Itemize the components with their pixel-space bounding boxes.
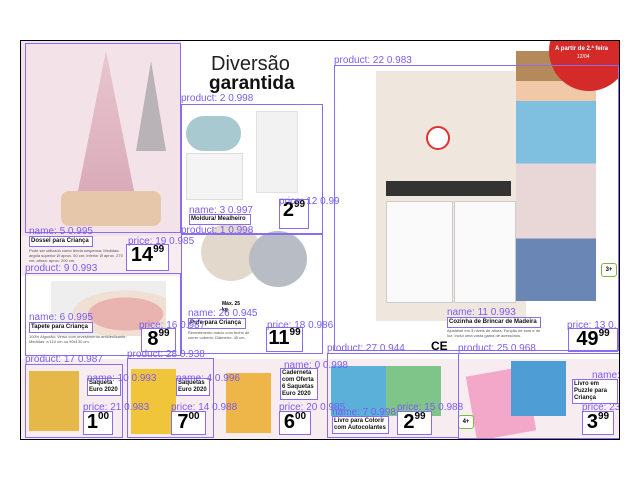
detection-label: name: 4 0.996: [176, 373, 240, 384]
detection-label: product: 25 0.968: [458, 343, 536, 354]
price-tag: 1499: [126, 244, 169, 271]
detection-box: [181, 234, 323, 354]
detection-label: product: 17 0.987: [25, 354, 103, 365]
detection-box: [25, 43, 181, 233]
detection-label: product: 22 0.983: [334, 55, 412, 66]
detection-label: price: 16 0.987: [139, 320, 206, 331]
detection-label: price: 15 0.988: [397, 402, 464, 413]
detection-label: price: 13 0.: [567, 320, 617, 331]
detection-label: price: 21 0.983: [83, 402, 150, 413]
badge-text: A partir de 2.ª feira: [555, 46, 609, 52]
detection-label: product: 1 0.998: [181, 225, 254, 236]
detection-label: price: 19 0.985: [128, 236, 195, 247]
detection-label: name: 26 0.945: [188, 308, 258, 319]
detection-label: name: 24: [592, 370, 620, 381]
detection-box: [127, 358, 214, 438]
detection-label: product: 28 0.938: [127, 349, 205, 360]
catalog-page: Diversão garantida A partir de 2.ª feira…: [20, 40, 620, 440]
product-name: Caderneta com Oferta 6 Saquetas Euro 202…: [280, 368, 318, 400]
detection-label: name: 5 0.995: [29, 226, 93, 237]
product-name: Dossel para Criança: [29, 236, 93, 247]
detection-label: product: 9 0.993: [25, 263, 98, 274]
detection-label: name: 6 0.995: [29, 312, 93, 323]
detection-box: [458, 353, 619, 439]
detection-label: name: 0 0.998: [284, 360, 348, 371]
detection-label: name: 11 0.993: [447, 307, 516, 318]
detection-label: price: 23: [582, 402, 620, 413]
detection-label: product: 2 0.998: [181, 93, 254, 104]
headline-line2: garantida: [209, 73, 295, 94]
detection-label: name: 10 0.993: [87, 373, 157, 384]
price-tag: 600: [279, 411, 311, 435]
detection-label: price: 14 0.988: [171, 402, 238, 413]
detection-label: price: 18 0.986: [267, 320, 334, 331]
detection-label: name: 3 0.997: [189, 205, 253, 216]
badge-date: 12/04: [577, 54, 590, 60]
detection-label: price: 20 0.985: [279, 402, 346, 413]
product-desc: Pode ser utilizado como tenda suspensa; …: [29, 248, 123, 263]
detection-label: product: 27 0.944: [327, 343, 405, 354]
detection-label: price: 12 0.99: [279, 196, 340, 207]
